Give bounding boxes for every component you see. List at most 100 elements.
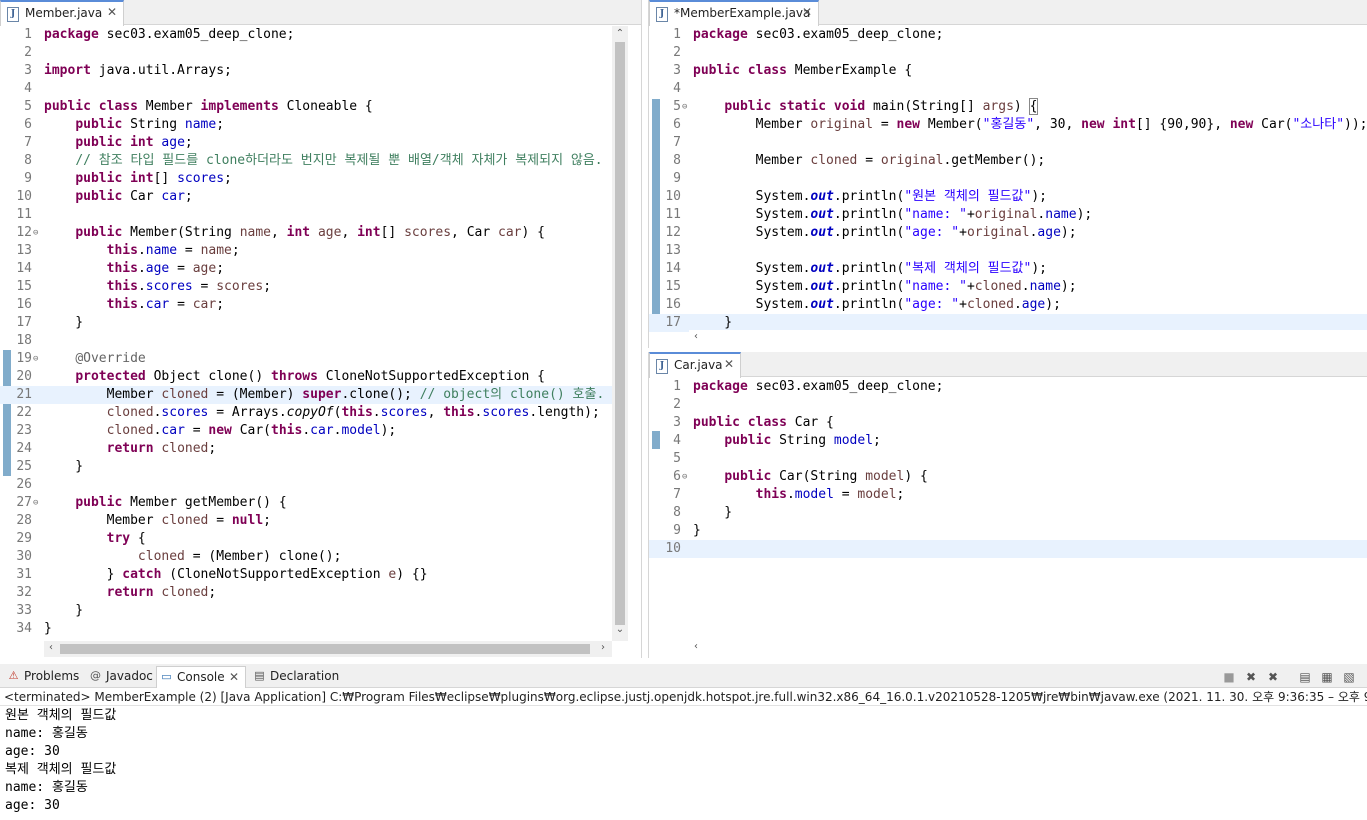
code-line[interactable]: 22 cloned.scores = Arrays.copyOf(this.sc… (0, 404, 612, 422)
code-line[interactable]: 11 System.out.println("name: "+original.… (649, 206, 1367, 224)
code-line[interactable]: 6 public String name; (0, 116, 612, 134)
fold-toggle-icon[interactable]: ⊖ (33, 494, 38, 512)
code-line[interactable]: 4 public String model; (649, 432, 1367, 450)
code-line[interactable]: 2 (649, 396, 1367, 414)
code-line[interactable]: 3 public class Car { (649, 414, 1367, 432)
member-code-area[interactable]: 1 package sec03.exam05_deep_clone; 2 3 impor… (0, 26, 612, 638)
code-line[interactable]: 10 System.out.println("원본 객체의 필드값"); (649, 188, 1367, 206)
scroll-down-icon[interactable]: ⌄ (613, 624, 627, 635)
code-line[interactable]: 33 } (0, 602, 612, 620)
terminate-icon[interactable]: ■ (1221, 669, 1237, 685)
code-line[interactable]: 14 this.age = age; (0, 260, 612, 278)
console-output-line: 복제 객체의 필드값 (5, 762, 117, 777)
code-line[interactable]: 9} (649, 522, 1367, 540)
fold-toggle-icon[interactable]: ⊖ (33, 350, 38, 368)
code-line[interactable]: 18 (0, 332, 612, 350)
code-line[interactable]: 26 (0, 476, 612, 494)
code-line[interactable]: 8 Member cloned = original.getMember(); (649, 152, 1367, 170)
code-text: System.out.println("원본 객체의 필드값"); (693, 189, 1047, 204)
code-line[interactable]: 10 (649, 540, 1367, 558)
scroll-left-icon[interactable]: ‹ (689, 641, 703, 652)
tab-console[interactable]: ▭ Console ✕ (156, 666, 246, 688)
scroll-thumb[interactable] (615, 42, 625, 625)
code-line[interactable]: 17 } (0, 314, 612, 332)
code-line[interactable]: 8 } (649, 504, 1367, 522)
code-line[interactable]: 2 (0, 44, 612, 62)
scroll-left-icon[interactable]: ‹ (44, 642, 58, 653)
code-line[interactable]: 10 public Car car; (0, 188, 612, 206)
code-line[interactable]: 21 Member cloned = (Member) super.clone(… (0, 386, 612, 404)
remove-all-terminated-icon[interactable]: ✖ (1265, 669, 1281, 685)
code-line[interactable]: 32 return cloned; (0, 584, 612, 602)
close-icon[interactable]: ✕ (107, 1, 117, 24)
code-line[interactable]: 16 System.out.println("age: "+cloned.age… (649, 296, 1367, 314)
code-line[interactable]: 1 package sec03.exam05_deep_clone; (649, 26, 1367, 44)
close-icon[interactable]: ✕ (802, 1, 812, 24)
car-code-area[interactable]: 1 package sec03.exam05_deep_clone; 2 3 publi… (649, 378, 1367, 558)
code-line[interactable]: 12 System.out.println("age: "+original.a… (649, 224, 1367, 242)
code-line[interactable]: 19 ⊖ @Override (0, 350, 612, 368)
code-line[interactable]: 29 try { (0, 530, 612, 548)
code-line[interactable]: 31 } catch (CloneNotSupportedException e… (0, 566, 612, 584)
tab-member-example-java[interactable]: J *MemberExample.java ✕ (649, 0, 819, 26)
close-icon[interactable]: ✕ (229, 667, 239, 687)
word-wrap-icon[interactable]: ▧ (1341, 669, 1357, 685)
code-line[interactable]: 13 this.name = name; (0, 242, 612, 260)
code-line[interactable]: 3 import java.util.Arrays; (0, 62, 612, 80)
tab-javadoc[interactable]: @ Javadoc (86, 666, 153, 688)
code-line[interactable]: 5 (649, 450, 1367, 468)
code-line[interactable]: 3 public class MemberExample { (649, 62, 1367, 80)
code-line[interactable]: 5 public class Member implements Cloneabl… (0, 98, 612, 116)
scroll-thumb[interactable] (60, 644, 590, 654)
code-line[interactable]: 7 (649, 134, 1367, 152)
line-number: 19 (16, 351, 32, 366)
fold-toggle-icon[interactable]: ⊖ (682, 468, 687, 486)
code-line[interactable]: 1 package sec03.exam05_deep_clone; (649, 378, 1367, 396)
code-line[interactable]: 27 ⊖ public Member getMember() { (0, 494, 612, 512)
scroll-up-icon[interactable]: ⌃ (613, 28, 627, 39)
code-line[interactable]: 15 System.out.println("name: "+cloned.na… (649, 278, 1367, 296)
scroll-right-icon[interactable]: › (596, 642, 610, 653)
tab-member-java[interactable]: J Member.java ✕ (0, 0, 124, 26)
code-line[interactable]: 7 this.model = model; (649, 486, 1367, 504)
code-line[interactable]: 20 protected Object clone() throws Clone… (0, 368, 612, 386)
tab-car-java[interactable]: J Car.java ✕ (649, 352, 741, 378)
fold-toggle-icon[interactable]: ⊖ (682, 98, 687, 116)
code-line[interactable]: 14 System.out.println("복제 객체의 필드값"); (649, 260, 1367, 278)
code-line[interactable]: 30 cloned = (Member) clone(); (0, 548, 612, 566)
code-line[interactable]: 6 ⊖ public Car(String model) { (649, 468, 1367, 486)
code-line[interactable]: 8 // 참조 타입 필드를 clone하더라도 번지만 복제될 뿐 배열/객체… (0, 152, 612, 170)
code-line[interactable]: 7 public int age; (0, 134, 612, 152)
example-code-area[interactable]: 1 package sec03.exam05_deep_clone; 2 3 publi… (649, 26, 1367, 332)
code-line[interactable]: 4 (649, 80, 1367, 98)
scroll-left-icon[interactable]: ‹ (689, 331, 703, 342)
scroll-lock-icon[interactable]: ▦ (1319, 669, 1335, 685)
code-line[interactable]: 16 this.car = car; (0, 296, 612, 314)
code-line[interactable]: 25 } (0, 458, 612, 476)
code-line[interactable]: 13 (649, 242, 1367, 260)
example-horizontal-scrollbar[interactable]: ‹ (689, 330, 1367, 346)
code-line[interactable]: 15 this.scores = scores; (0, 278, 612, 296)
tab-declaration[interactable]: ▤ Declaration (250, 666, 339, 688)
member-vertical-scrollbar[interactable]: ⌃ ⌄ (612, 26, 628, 641)
code-line[interactable]: 23 cloned.car = new Car(this.car.model); (0, 422, 612, 440)
fold-toggle-icon[interactable]: ⊖ (33, 224, 38, 242)
code-line[interactable]: 24 return cloned; (0, 440, 612, 458)
code-line[interactable]: 5 ⊖ public static void main(String[] args… (649, 98, 1367, 116)
close-icon[interactable]: ✕ (724, 353, 734, 376)
code-line[interactable]: 6 Member original = new Member("홍길동", 30… (649, 116, 1367, 134)
code-line[interactable]: 9 public int[] scores; (0, 170, 612, 188)
code-line[interactable]: 28 Member cloned = null; (0, 512, 612, 530)
tab-problems[interactable]: ⚠ Problems (4, 666, 80, 688)
code-line[interactable]: 2 (649, 44, 1367, 62)
clear-console-icon[interactable]: ▤ (1297, 669, 1313, 685)
code-line[interactable]: 11 (0, 206, 612, 224)
code-line[interactable]: 4 (0, 80, 612, 98)
remove-launch-icon[interactable]: ✖ (1243, 669, 1259, 685)
member-horizontal-scrollbar[interactable]: ‹ › (44, 641, 612, 657)
code-line[interactable]: 12 ⊖ public Member(String name, int age, … (0, 224, 612, 242)
code-line[interactable]: 9 (649, 170, 1367, 188)
code-line[interactable]: 34} (0, 620, 612, 638)
car-horizontal-scrollbar[interactable]: ‹ (689, 640, 1367, 656)
code-line[interactable]: 1 package sec03.exam05_deep_clone; (0, 26, 612, 44)
